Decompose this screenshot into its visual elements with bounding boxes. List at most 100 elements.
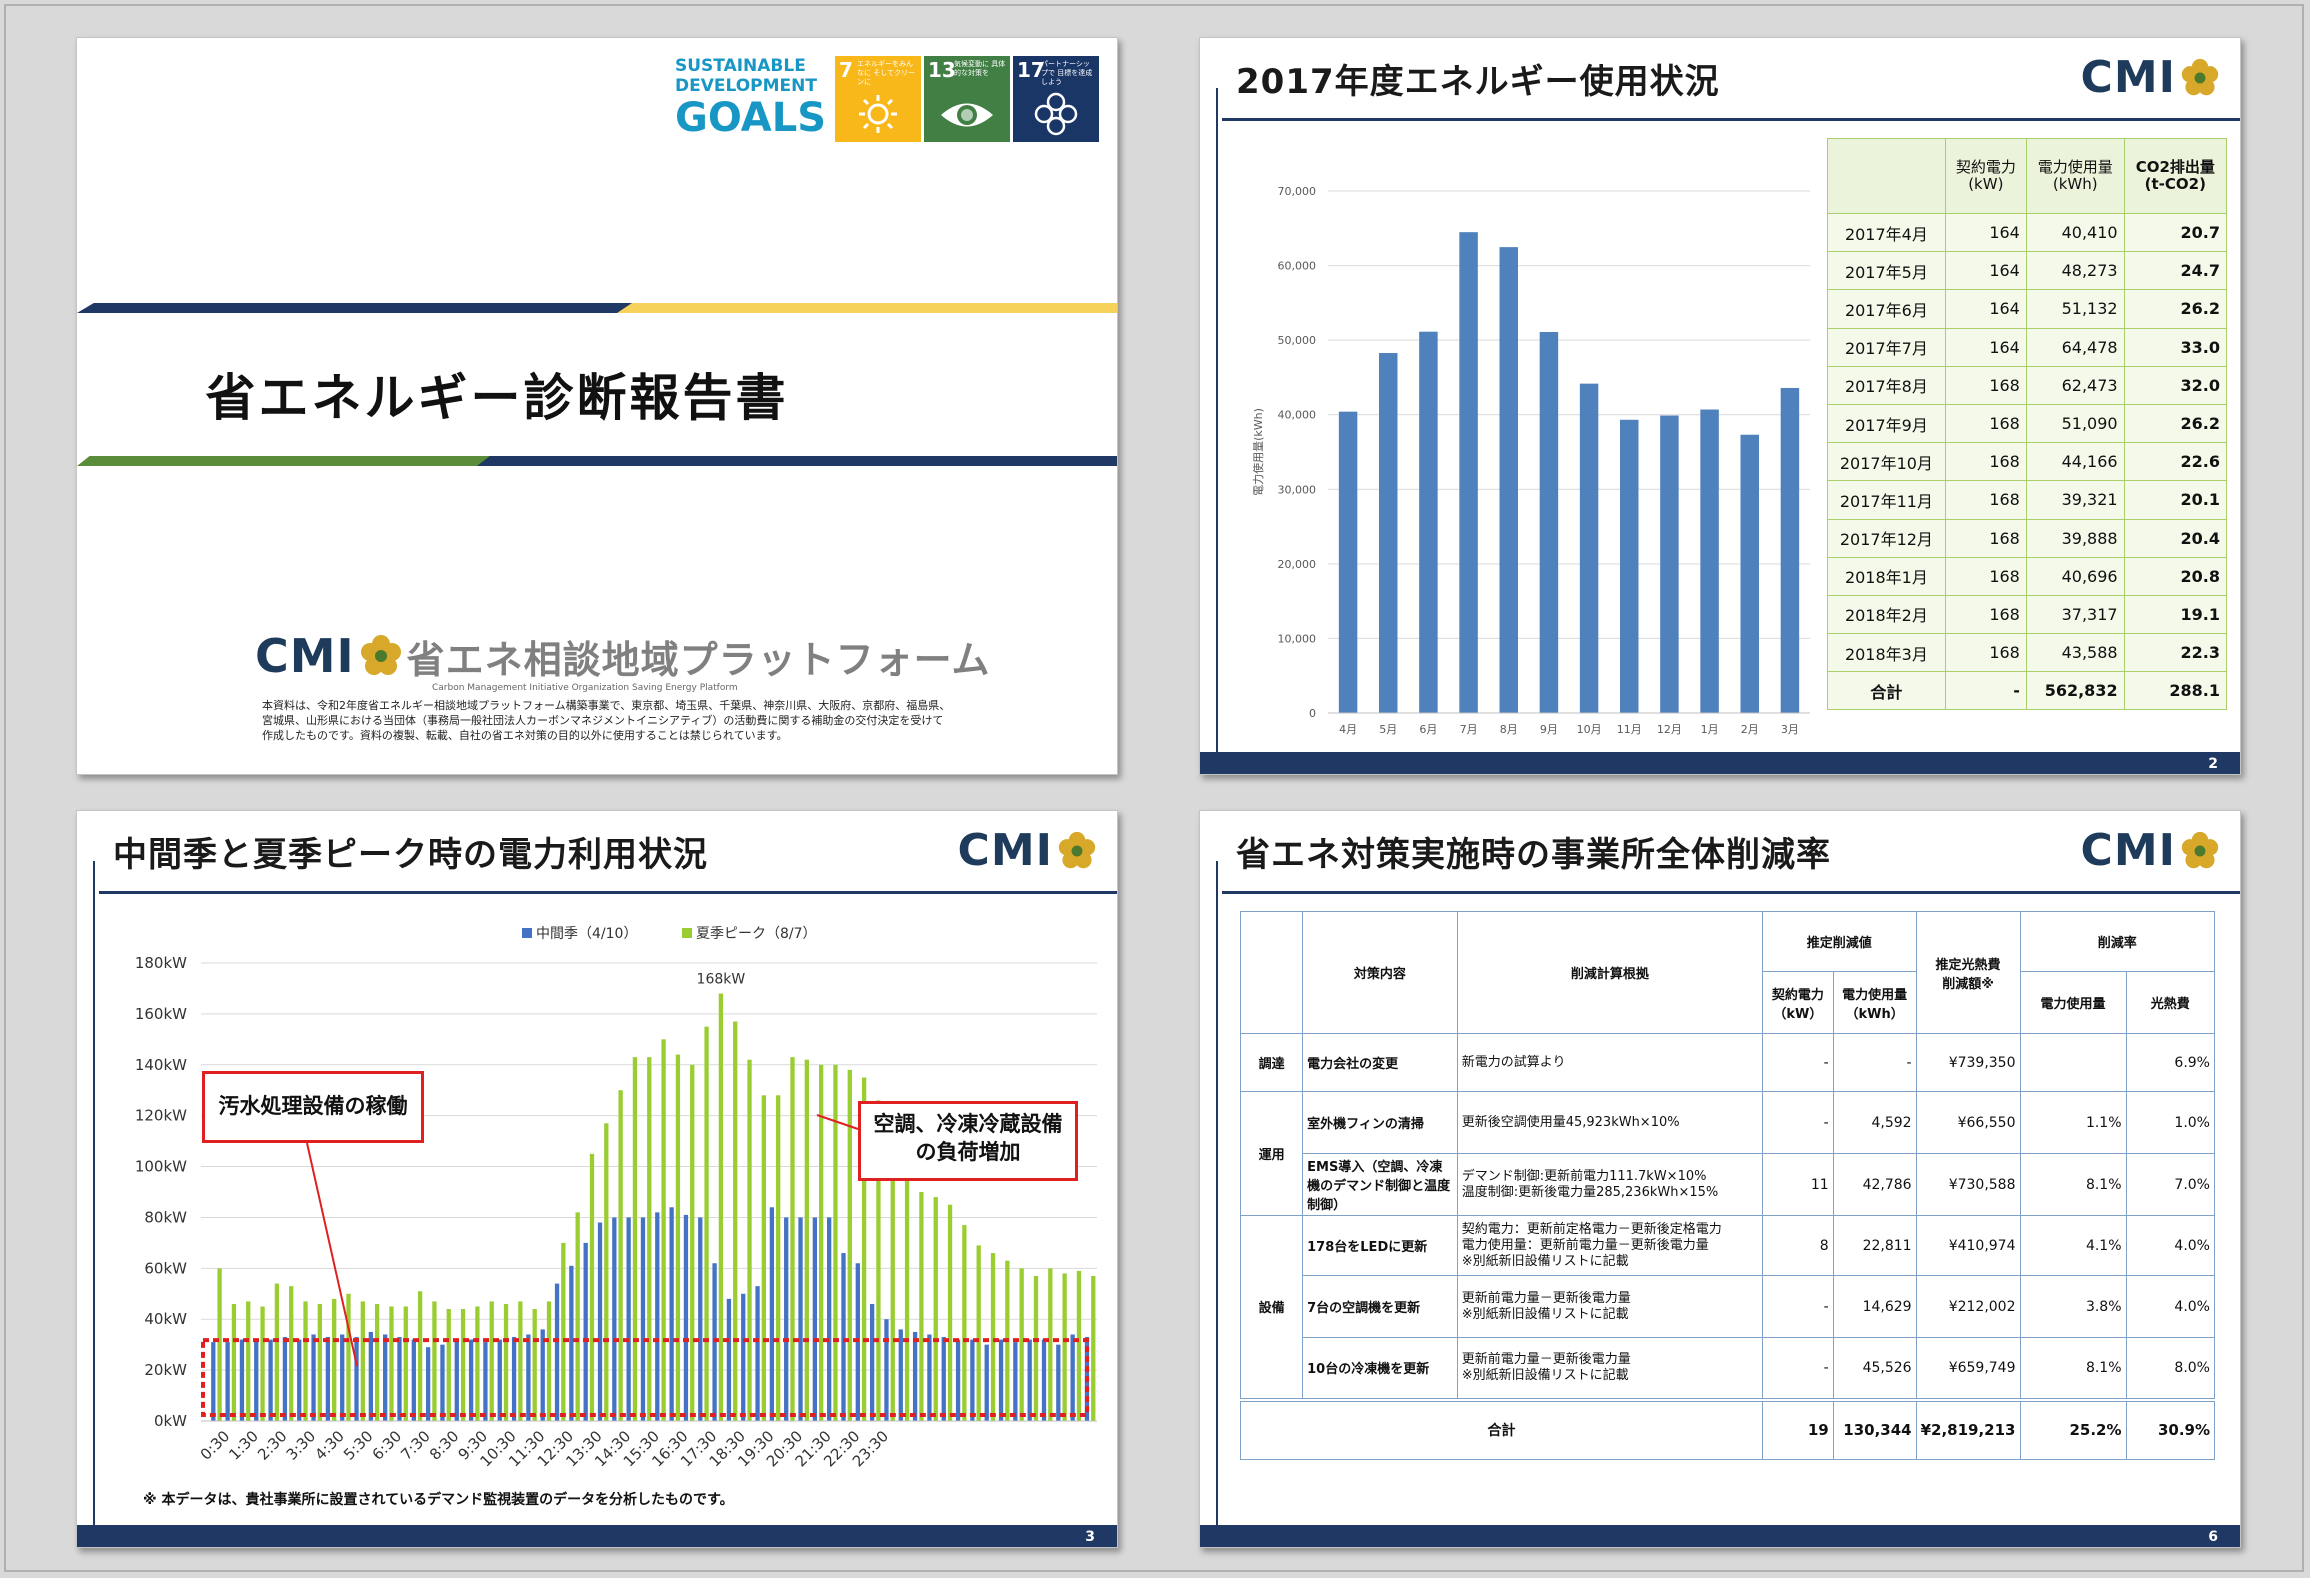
page-number: 2 [2208,756,2218,772]
y-tick-label: 0 [1309,707,1316,720]
legend-swatch [682,928,692,938]
slide-power-profile[interactable]: 中間季と夏季ピーク時の電力利用状況 CMI 0kW 20kW 40kW 60kW 80k… [76,810,1118,1548]
x-tick-label: 9月 [1540,723,1558,736]
bar [332,1298,337,1421]
table-row: 2017年6月 164 51,132 26.2 [1827,289,2228,329]
bar [475,1306,480,1421]
y-tick-label: 20,000 [1278,558,1317,571]
header-rate-power: 電力使用量 [2019,971,2127,1034]
bar [790,1057,795,1421]
contract-cell: 11 [1762,1153,1834,1216]
month-cell: 2017年12月 [1827,518,1946,558]
x-tick-label: 6:30 [369,1427,406,1464]
slide-cover[interactable]: SUSTAINABLE DEVELOPMENT GOALS 7 エネルギーをみん… [76,37,1118,775]
bar [962,1225,967,1421]
month-cell: 2017年7月 [1827,327,1946,367]
usage-cell: 14,629 [1832,1275,1917,1338]
header-label: 電力使用量 （kWh） [1842,987,1908,1022]
bar [1419,331,1438,713]
slide-energy-usage[interactable]: 2017年度エネルギー使用状況 CMI 0 10,000 20,000 30,000 4… [1199,37,2241,775]
platform-logo: CMI 省エネ相談地域プラットフォーム [255,628,991,684]
sdg-logo-line: GOALS [675,95,827,141]
x-tick-label: 8:30 [426,1427,463,1464]
x-tick-label: 8月 [1500,723,1518,736]
table-row: 2018年3月 168 43,588 22.3 [1827,633,2228,673]
header-est-reduction: 推定削減値 [1762,911,1917,972]
bar [884,1319,889,1421]
contract-cell: 164 [1944,289,2027,329]
slide-reduction-summary[interactable]: 省エネ対策実施時の事業所全体削減率 CMI 対策内容 削減計算根拠 推定削減値 … [1199,810,2241,1548]
bar [540,1329,545,1421]
bar [1660,415,1679,713]
bar [360,1301,365,1421]
bar [647,1057,652,1421]
bar [955,1339,961,1421]
bar [704,1026,709,1421]
co2-cell: 26.2 [2123,403,2228,444]
month-cell: 2017年5月 [1827,251,1946,291]
x-tick-label: 2月 [1741,723,1759,736]
x-tick-label: 4月 [1339,723,1357,736]
bar [311,1334,316,1421]
y-tick-label: 40kW [144,1310,187,1328]
total-cell: 562,832 [2025,671,2125,711]
reduction-table: 対策内容 削減計算根拠 推定削減値 推定光熱費 削減額※ 削減率 契約電力 （k… [1239,911,2216,1460]
basis-cell: 新電力の試算より [1456,1033,1764,1092]
table-row: 2017年7月 164 64,478 33.0 [1827,327,2228,367]
bar [1700,409,1719,713]
sdg-tile-text: 気候変動に 具体的な対策を [954,60,1006,77]
month-cell: 2018年2月 [1827,594,1946,635]
callout-hvac: 空調、冷凍冷蔵設備 の負荷増加 [858,1101,1078,1181]
usage-cell: 39,888 [2025,518,2125,558]
category-cell: 設備 [1239,1215,1304,1400]
total-cell: 25.2% [2019,1399,2127,1460]
cmi-logo-text: CMI [255,629,355,683]
bar [239,1339,245,1421]
cmi-logo: CMI [2081,825,2220,876]
bar [1379,353,1398,713]
bar [268,1339,273,1421]
bar [761,1095,766,1421]
usage-cell: 22,811 [1832,1215,1917,1276]
month-cell: 2017年11月 [1827,480,1946,520]
bar [1027,1339,1032,1421]
bar [1033,1275,1039,1421]
table-row: 7台の空調機を更新 更新前電力量－更新後電力量 ※別紙新旧設備リストに記載 -14,… [1241,1275,2216,1338]
y-axis-label: 電力使用量(kWh) [1252,408,1265,496]
rate-power-cell: 8.1% [2019,1153,2127,1216]
rate-power-cell [2019,1033,2127,1092]
peak-label: 168kW [697,972,746,988]
slide-title: 2017年度エネルギー使用状況 [1236,62,1720,102]
header-contract: 契約電力 （kW） [1762,971,1834,1034]
contract-cell: - [1762,1337,1834,1400]
rate-cost-cell: 4.0% [2125,1215,2216,1276]
bar [827,1217,832,1421]
cmi-logo-text: CMI [2080,52,2176,103]
bar [554,1283,560,1421]
header-usage: 電力使用量 （kWh） [1832,971,1917,1034]
rate-cost-cell: 4.0% [2125,1275,2216,1338]
bar [432,1301,437,1421]
y-tick-label: 20kW [144,1361,187,1379]
usage-cell: 51,090 [2025,403,2125,444]
contract-cell: 164 [1944,251,2027,291]
table-header-row: 契約電力 (kW) 電力使用量 (kWh) CO2排出量 (t-CO2) [1827,138,2228,214]
table-row: 調達 電力会社の変更 新電力の試算より - - ¥739,350 6.9% [1239,1033,2216,1092]
sdg-tile-13: 13 気候変動に 具体的な対策を [924,56,1010,142]
usage-cell: 4,592 [1832,1091,1917,1154]
bar [289,1286,294,1421]
bar [1056,1344,1061,1421]
bar [927,1334,932,1421]
bar [1539,332,1559,713]
platform-name: 省エネ相談地域プラットフォーム [406,637,991,682]
callout-line: の負荷増加 [915,1140,1021,1164]
measure-cell: 178台をLEDに更新 [1302,1215,1458,1276]
contract-cell: - [1762,1275,1834,1338]
cost-cell: ¥659,749 [1915,1337,2021,1400]
header-rate: 削減率 [2019,911,2215,972]
flower-logo-icon [1058,831,1096,868]
demand-profile-chart: 0kW 20kW 40kW 60kW 80kW 100kW 120kW 140kW 160kW 1… [135,926,1097,1470]
bottom-stripe-navy [477,456,1117,466]
sdg-tile-num: 7 [839,58,853,82]
top-stripe-navy [77,303,637,313]
